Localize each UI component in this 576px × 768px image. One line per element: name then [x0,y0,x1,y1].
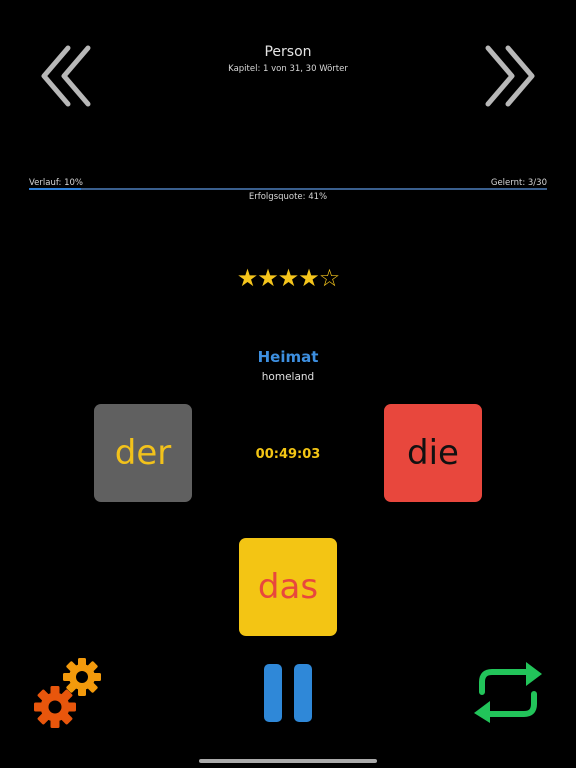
star-filled-icon: ★ [298,264,319,292]
gears-icon [34,658,101,728]
article-die-button[interactable]: die [384,404,482,502]
star-filled-icon: ★ [257,264,278,292]
double-chevron-right-icon [485,45,535,107]
article-das-button[interactable]: das [239,538,337,636]
progress-label: Verlauf: 10% [29,178,83,188]
settings-button[interactable] [30,655,106,731]
noun-translation: homeland [261,371,315,383]
home-indicator [199,759,377,763]
star-rating: ★★★★☆ [0,264,576,292]
progress-bar [29,188,547,190]
noun-word: Heimat [257,348,319,366]
repeat-icon [474,662,542,723]
pause-button[interactable] [262,664,314,722]
progress-bar-fill [29,188,81,190]
next-chapter-button[interactable] [478,44,538,108]
star-empty-icon: ☆ [318,264,340,292]
learned-count: Gelernt: 3/30 [490,178,547,188]
timer: 00:49:03 [255,447,321,462]
success-rate: Erfolgsquote: 41% [248,192,328,202]
star-filled-icon: ★ [236,264,258,292]
repeat-button[interactable] [470,662,546,724]
star-filled-icon: ★ [277,264,299,292]
